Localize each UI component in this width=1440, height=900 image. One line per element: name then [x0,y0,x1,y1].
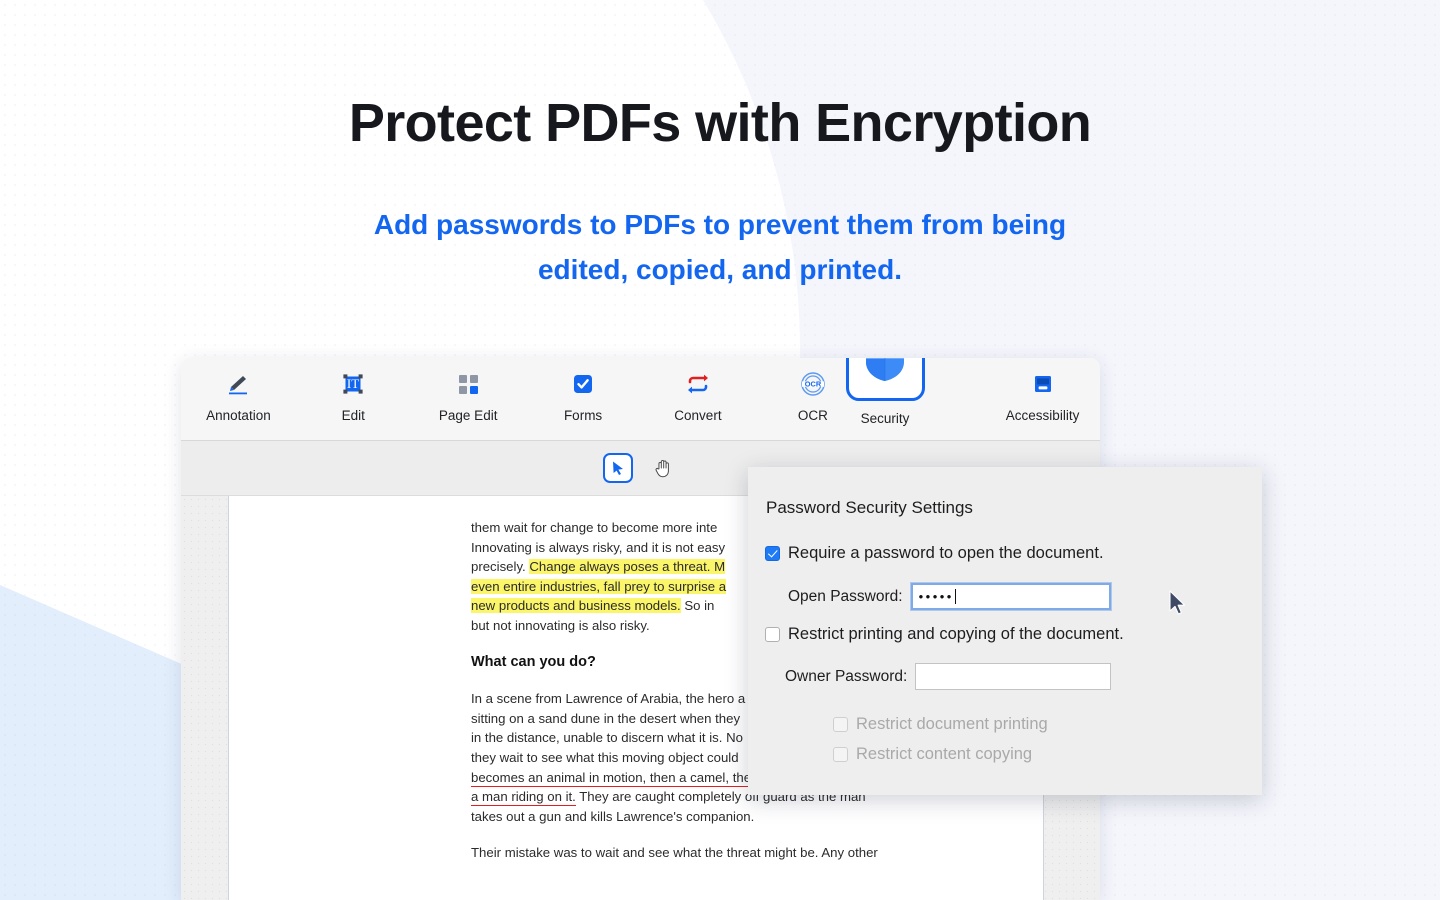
doc-line: precisely. [471,559,530,575]
select-arrow-icon[interactable] [602,453,633,483]
doc-line: they wait to see what this moving object… [471,749,739,765]
owner-password-input[interactable] [915,663,1112,690]
page-subtitle-line-1: Add passwords to PDFs to prevent them fr… [373,209,1067,240]
doc-highlight: even entire industries, fall prey to sur… [471,578,727,594]
pen-annotation-icon [223,369,253,399]
doc-line: but not innovating is also risky. [471,617,650,633]
checkbox-form-icon [568,369,598,399]
toolbar-item-label: Edit [341,408,365,423]
toolbar-item-label: Annotation [206,408,271,423]
doc-line: in the distance, unable to discern what … [471,730,743,746]
dialog-title: Password Security Settings [766,498,973,517]
accessibility-panel-icon [1028,369,1058,399]
require-password-checkbox[interactable] [765,546,780,561]
open-password-input[interactable]: ••••• [910,583,1111,610]
doc-line: takes out a gun and kills Lawrence's com… [471,808,755,824]
open-password-value: ••••• [918,589,954,604]
toolbar-item-label: Accessibility [1005,408,1080,423]
open-password-label: Open Password: [788,587,903,605]
restrict-content-copying-row: Restrict content copying [833,745,1032,764]
page-grid-icon [453,369,483,399]
ocr-icon: OCR [798,369,828,399]
shield-icon [862,358,908,388]
doc-line: So in [680,598,715,614]
open-password-row: Open Password: ••••• [788,583,1111,610]
password-security-dialog: Password Security Settings Require a pas… [748,467,1262,795]
doc-underline: a man riding on it. [471,789,576,807]
hand-pan-icon[interactable] [649,453,679,483]
doc-line: sitting on a sand dune in the desert whe… [471,710,741,726]
toolbar-item-label: Security [860,411,910,426]
toolbar-item-label: Page Edit [438,408,498,423]
page-canvas: Protect PDFs with Encryption Add passwor… [0,0,1440,900]
svg-text:IT: IT [347,376,359,391]
restrict-document-printing-row: Restrict document printing [833,715,1048,734]
toolbar-item-forms[interactable]: Forms [526,365,641,423]
restrict-printing-copying-label: Restrict printing and copying of the doc… [788,625,1124,643]
toolbar-item-label: OCR [797,408,828,423]
toolbar-item-security[interactable]: Security [845,358,925,426]
require-password-row[interactable]: Require a password to open the document. [765,544,1104,563]
doc-line: Innovating is always risky, and it is no… [471,539,726,555]
main-toolbar: Annotation IT Edit Page Edit Forms Conve… [181,358,1100,441]
page-title: Protect PDFs with Encryption [348,93,1092,153]
toolbar-item-convert[interactable]: Convert [641,365,756,423]
owner-password-label: Owner Password: [785,667,908,685]
toolbar-item-label: Forms [563,408,603,423]
doc-highlight: new products and business models. [471,598,681,614]
mouse-pointer-icon [1168,590,1188,623]
require-password-label: Require a password to open the document. [788,544,1104,562]
restrict-document-printing-label: Restrict document printing [856,715,1048,733]
doc-line: Their mistake was to wait and see what t… [471,845,878,861]
convert-arrows-icon [683,369,713,399]
text-edit-icon: IT [338,369,368,399]
toolbar-item-edit[interactable]: IT Edit [296,365,411,423]
text-caret [954,589,957,604]
svg-text:OCR: OCR [805,379,822,388]
security-selected-card [845,358,925,401]
restrict-printing-copying-checkbox[interactable] [765,627,780,642]
restrict-content-copying-checkbox [833,747,848,762]
page-subtitle-line-2: edited, copied, and printed. [537,253,903,285]
page-subtitle: Add passwords to PDFs to prevent them fr… [300,203,1140,293]
toolbar-item-annotation[interactable]: Annotation [181,365,296,423]
toolbar-item-accessibility[interactable]: Accessibility [985,365,1100,423]
owner-password-row: Owner Password: [785,663,1112,690]
toolbar-item-page-edit[interactable]: Page Edit [411,365,526,423]
doc-line: them wait for change to become more inte [471,520,718,535]
restrict-content-copying-label: Restrict content copying [856,745,1033,763]
toolbar-item-label: Convert [674,408,722,423]
document-paragraph-3: Their mistake was to wait and see what t… [471,843,1031,863]
doc-highlight: Change always poses a threat. M [529,559,726,575]
doc-line: In a scene from Lawrence of Arabia, the … [471,691,746,707]
restrict-document-printing-checkbox [833,717,848,732]
restrict-printing-copying-row[interactable]: Restrict printing and copying of the doc… [765,625,1124,644]
